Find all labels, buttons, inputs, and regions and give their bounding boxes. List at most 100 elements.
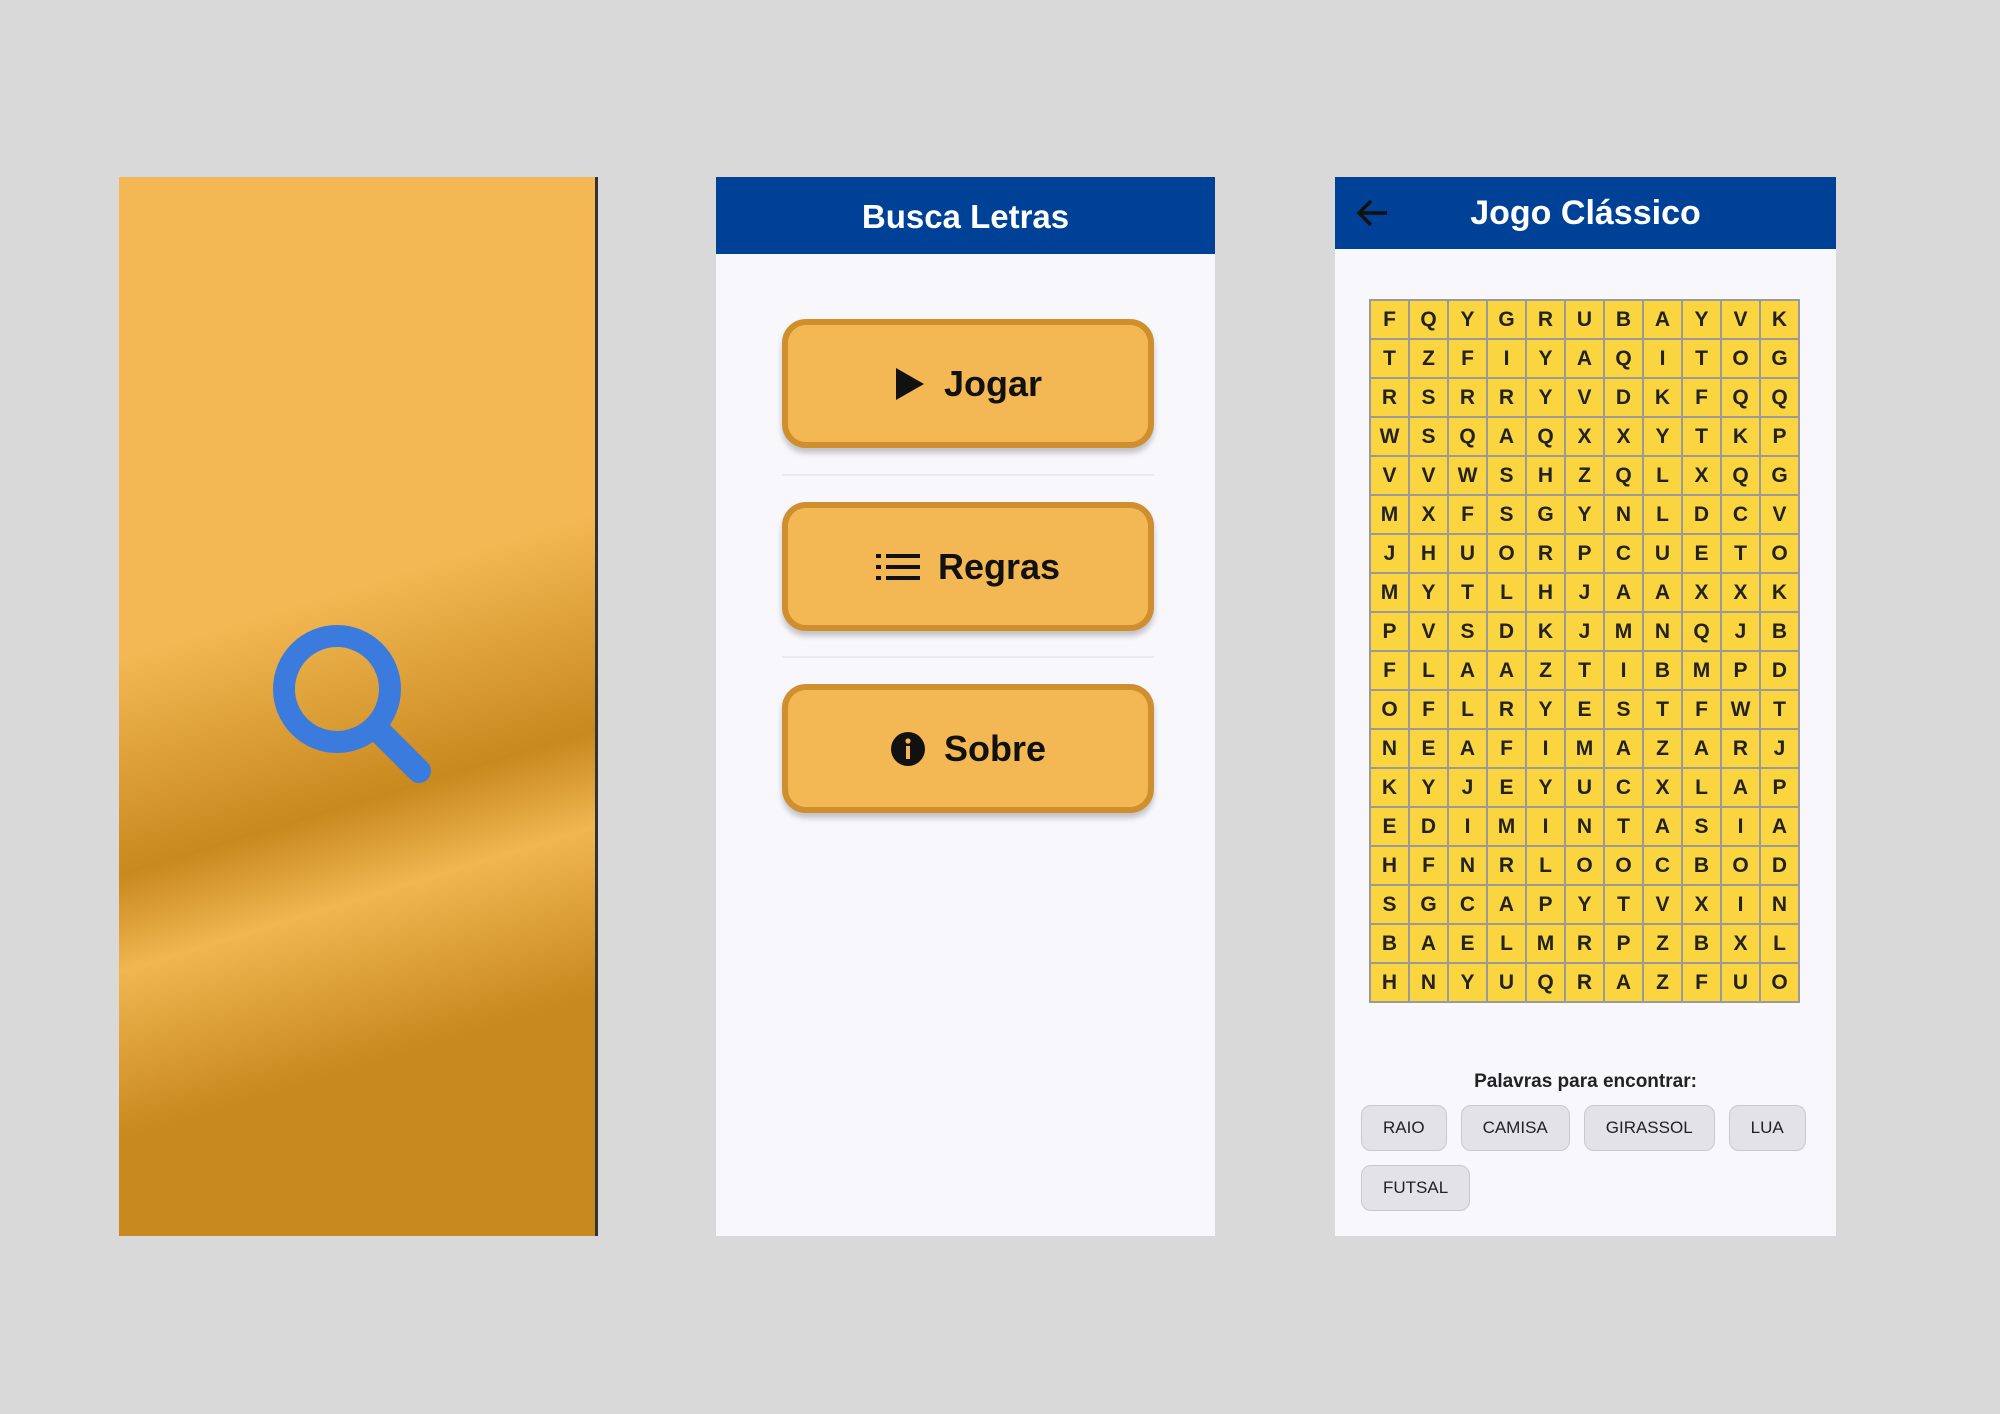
grid-cell[interactable]: Q bbox=[1604, 456, 1643, 495]
grid-cell[interactable]: X bbox=[1604, 417, 1643, 456]
grid-cell[interactable]: A bbox=[1604, 963, 1643, 1002]
grid-cell[interactable]: N bbox=[1565, 807, 1604, 846]
grid-cell[interactable]: Y bbox=[1409, 768, 1448, 807]
grid-cell[interactable]: L bbox=[1448, 690, 1487, 729]
grid-cell[interactable]: M bbox=[1487, 807, 1526, 846]
grid-cell[interactable]: A bbox=[1643, 807, 1682, 846]
grid-cell[interactable]: N bbox=[1370, 729, 1409, 768]
grid-cell[interactable]: Q bbox=[1526, 963, 1565, 1002]
grid-cell[interactable]: Y bbox=[1526, 378, 1565, 417]
grid-cell[interactable]: A bbox=[1487, 417, 1526, 456]
grid-cell[interactable]: Q bbox=[1721, 378, 1760, 417]
grid-cell[interactable]: O bbox=[1370, 690, 1409, 729]
grid-cell[interactable]: T bbox=[1721, 534, 1760, 573]
grid-cell[interactable]: D bbox=[1604, 378, 1643, 417]
grid-cell[interactable]: Y bbox=[1526, 690, 1565, 729]
grid-cell[interactable]: E bbox=[1448, 924, 1487, 963]
grid-cell[interactable]: J bbox=[1370, 534, 1409, 573]
grid-cell[interactable]: Z bbox=[1526, 651, 1565, 690]
grid-cell[interactable]: K bbox=[1760, 300, 1799, 339]
grid-cell[interactable]: L bbox=[1643, 495, 1682, 534]
grid-cell[interactable]: R bbox=[1526, 534, 1565, 573]
grid-cell[interactable]: B bbox=[1682, 924, 1721, 963]
play-button[interactable]: Jogar bbox=[782, 319, 1154, 448]
grid-cell[interactable]: F bbox=[1409, 846, 1448, 885]
grid-cell[interactable]: V bbox=[1409, 612, 1448, 651]
grid-cell[interactable]: M bbox=[1370, 573, 1409, 612]
grid-cell[interactable]: Y bbox=[1565, 885, 1604, 924]
grid-cell[interactable]: T bbox=[1370, 339, 1409, 378]
grid-cell[interactable]: J bbox=[1565, 573, 1604, 612]
grid-cell[interactable]: V bbox=[1565, 378, 1604, 417]
grid-cell[interactable]: X bbox=[1721, 573, 1760, 612]
grid-cell[interactable]: A bbox=[1760, 807, 1799, 846]
grid-cell[interactable]: F bbox=[1682, 378, 1721, 417]
grid-cell[interactable]: H bbox=[1409, 534, 1448, 573]
grid-cell[interactable]: O bbox=[1760, 534, 1799, 573]
grid-cell[interactable]: O bbox=[1565, 846, 1604, 885]
grid-cell[interactable]: N bbox=[1448, 846, 1487, 885]
grid-cell[interactable]: J bbox=[1721, 612, 1760, 651]
grid-cell[interactable]: C bbox=[1604, 768, 1643, 807]
grid-cell[interactable]: L bbox=[1487, 924, 1526, 963]
grid-cell[interactable]: F bbox=[1409, 690, 1448, 729]
grid-cell[interactable]: A bbox=[1643, 300, 1682, 339]
grid-cell[interactable]: Y bbox=[1526, 768, 1565, 807]
about-button[interactable]: Sobre bbox=[782, 684, 1154, 813]
grid-cell[interactable]: P bbox=[1565, 534, 1604, 573]
grid-cell[interactable]: Z bbox=[1643, 924, 1682, 963]
grid-cell[interactable]: A bbox=[1409, 924, 1448, 963]
grid-cell[interactable]: X bbox=[1682, 573, 1721, 612]
grid-cell[interactable]: Y bbox=[1643, 417, 1682, 456]
grid-cell[interactable]: T bbox=[1448, 573, 1487, 612]
grid-cell[interactable]: Z bbox=[1643, 729, 1682, 768]
grid-cell[interactable]: P bbox=[1526, 885, 1565, 924]
grid-cell[interactable]: X bbox=[1643, 768, 1682, 807]
grid-cell[interactable]: G bbox=[1526, 495, 1565, 534]
grid-cell[interactable]: Y bbox=[1448, 300, 1487, 339]
grid-cell[interactable]: I bbox=[1487, 339, 1526, 378]
grid-cell[interactable]: P bbox=[1760, 417, 1799, 456]
grid-cell[interactable]: I bbox=[1526, 807, 1565, 846]
grid-cell[interactable]: E bbox=[1370, 807, 1409, 846]
grid-cell[interactable]: A bbox=[1682, 729, 1721, 768]
word-chip[interactable]: GIRASSOL bbox=[1583, 1105, 1715, 1151]
grid-cell[interactable]: K bbox=[1370, 768, 1409, 807]
grid-cell[interactable]: Q bbox=[1526, 417, 1565, 456]
grid-cell[interactable]: K bbox=[1760, 573, 1799, 612]
grid-cell[interactable]: J bbox=[1760, 729, 1799, 768]
grid-cell[interactable]: N bbox=[1643, 612, 1682, 651]
grid-cell[interactable]: C bbox=[1604, 534, 1643, 573]
grid-cell[interactable]: G bbox=[1760, 339, 1799, 378]
grid-cell[interactable]: P bbox=[1721, 651, 1760, 690]
grid-cell[interactable]: C bbox=[1448, 885, 1487, 924]
grid-cell[interactable]: S bbox=[1409, 417, 1448, 456]
grid-cell[interactable]: A bbox=[1448, 729, 1487, 768]
grid-cell[interactable]: T bbox=[1604, 885, 1643, 924]
grid-cell[interactable]: M bbox=[1565, 729, 1604, 768]
grid-cell[interactable]: K bbox=[1526, 612, 1565, 651]
grid-cell[interactable]: T bbox=[1604, 807, 1643, 846]
grid-cell[interactable]: F bbox=[1448, 495, 1487, 534]
grid-cell[interactable]: E bbox=[1487, 768, 1526, 807]
word-chip[interactable]: RAIO bbox=[1361, 1105, 1447, 1151]
grid-cell[interactable]: V bbox=[1370, 456, 1409, 495]
grid-cell[interactable]: Q bbox=[1760, 378, 1799, 417]
grid-cell[interactable]: R bbox=[1448, 378, 1487, 417]
grid-cell[interactable]: Z bbox=[1409, 339, 1448, 378]
grid-cell[interactable]: V bbox=[1721, 300, 1760, 339]
grid-cell[interactable]: R bbox=[1487, 690, 1526, 729]
grid-cell[interactable]: P bbox=[1370, 612, 1409, 651]
grid-cell[interactable]: H bbox=[1526, 456, 1565, 495]
grid-cell[interactable]: M bbox=[1370, 495, 1409, 534]
grid-cell[interactable]: E bbox=[1682, 534, 1721, 573]
grid-cell[interactable]: M bbox=[1604, 612, 1643, 651]
grid-cell[interactable]: A bbox=[1643, 573, 1682, 612]
grid-cell[interactable]: O bbox=[1721, 846, 1760, 885]
grid-cell[interactable]: D bbox=[1760, 651, 1799, 690]
word-chip[interactable]: FUTSAL bbox=[1361, 1165, 1471, 1211]
grid-cell[interactable]: S bbox=[1370, 885, 1409, 924]
grid-cell[interactable]: B bbox=[1682, 846, 1721, 885]
grid-cell[interactable]: D bbox=[1409, 807, 1448, 846]
grid-cell[interactable]: A bbox=[1604, 729, 1643, 768]
